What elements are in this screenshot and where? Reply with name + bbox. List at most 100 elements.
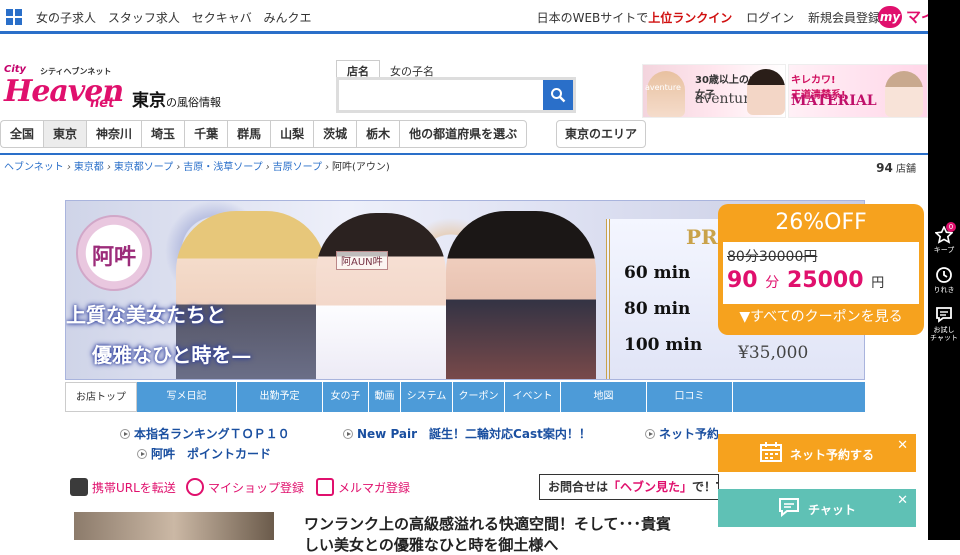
area-tochigi[interactable]: 栃木 (356, 120, 400, 148)
sidebar-trial-chat[interactable]: お試し チャット (928, 306, 960, 342)
arrow-circle-icon (120, 429, 130, 439)
model-photo (316, 213, 446, 379)
my-page-icon[interactable]: my (878, 6, 902, 28)
info-link-new-pair[interactable]: New Pair 誕生！二輪対応Cast案内！！ (343, 425, 591, 442)
shop-logo: 阿吽 (76, 215, 152, 291)
area-saitama[interactable]: 埼玉 (141, 120, 185, 148)
heart-icon (186, 478, 204, 496)
close-icon[interactable]: ✕ (897, 438, 908, 453)
breadcrumb: ヘブンネット › 東京都 › 東京都ソープ › 吉原・浅草ソープ › 吉原ソープ › 阿吽(アウン) (4, 162, 390, 173)
breadcrumb-link[interactable]: ヘブンネット (4, 162, 64, 173)
see-all-coupons-link[interactable]: ▼すべてのクーポンを見る (718, 306, 924, 326)
my-page-label[interactable]: マイ (906, 6, 928, 27)
tab-schedule[interactable]: 出勤予定 (237, 382, 323, 412)
breadcrumb-link[interactable]: 吉原ソープ (273, 162, 322, 173)
area-chiba[interactable]: 千葉 (184, 120, 228, 148)
coupon-title: 26%OFF (775, 210, 867, 235)
shop-headline-2: しい美女との優雅なひと時を御土様へ (304, 536, 559, 554)
area-ibaraki[interactable]: 茨城 (313, 120, 357, 148)
mobile-url-icon (70, 478, 88, 496)
breadcrumb-link[interactable]: 東京都 (74, 162, 104, 173)
area-other-prefectures[interactable]: 他の都道府県を選ぶ (399, 120, 528, 148)
net-reserve-button[interactable]: ネット予約する ✕ (718, 434, 916, 472)
keep-count-badge: 0 (946, 222, 956, 232)
inquiry-box: お問合せは「ヘブン見た」で！TEL 03-3875-4555 (539, 474, 719, 500)
tab-video[interactable]: 動画 (369, 382, 401, 412)
course-60: 60 min (624, 263, 691, 283)
top-links: 女の子求人 スタッフ求人 セクキャバ みんクエ (36, 9, 320, 26)
history-icon (936, 267, 952, 283)
top-link-recruit-girls[interactable]: 女の子求人 (36, 11, 96, 25)
search-box (336, 77, 576, 113)
tab-map[interactable]: 地図 (561, 382, 647, 412)
top-right-links: 日本のWEBサイトで上位ランクイン ログイン 新規会員登録 (537, 9, 880, 26)
course-price: ¥35,000 (738, 343, 809, 363)
coupon-new-price: 90 分 25000 円 (727, 268, 885, 293)
sidebar-keep[interactable]: キープ 0 (928, 222, 960, 254)
chat-bubble-icon (936, 307, 952, 323)
myshop-register-link[interactable]: マイショップ登録 (186, 478, 304, 496)
right-sidebar: キープ 0 りれき お試し チャット (928, 0, 960, 540)
course-100: 100 min (624, 335, 703, 355)
top-link-sekukyaba[interactable]: セクキャバ (192, 11, 252, 25)
newsletter-register-link[interactable]: メルマガ登録 (316, 478, 410, 496)
send-mobile-url-link[interactable]: 携帯URLを転送 (70, 478, 176, 496)
login-link[interactable]: ログイン (746, 11, 794, 25)
info-link-net-reservation[interactable]: ネット予約開始のお知らせ (645, 425, 718, 442)
tab-photo-diary[interactable]: 写メ日記 (137, 382, 237, 412)
tab-reviews[interactable]: 口コミ (647, 382, 733, 412)
site-logo[interactable]: City シティヘブンネット Heaven net (4, 64, 128, 112)
hero-copy-1: 上質な美女たちと (66, 303, 226, 327)
register-link[interactable]: 新規会員登録 (808, 11, 880, 25)
search-input[interactable] (339, 80, 543, 110)
top-bar: 女の子求人 スタッフ求人 セクキャバ みんクエ 日本のWEBサイトで上位ランクイ… (0, 0, 928, 34)
shop-headline: ワンランク上の高級感溢れる快適空間！そして･･･貴賓 (304, 515, 672, 533)
info-link-point-card[interactable]: 阿吽 ポイントカード (137, 445, 271, 462)
shop-count: 94 店舗 (876, 161, 916, 175)
top-link-minkue[interactable]: みんクエ (264, 11, 312, 25)
region-title: 東京の風俗情報 (132, 91, 221, 111)
shop-tabs: お店トップ 写メ日記 出勤予定 女の子 動画 システム クーポン イベント 地図… (65, 382, 865, 412)
shop-badge: 阿AUN吽 (336, 251, 388, 270)
course-80: 80 min (624, 299, 691, 319)
hero-copy-2: 優雅なひと時を— (92, 343, 252, 367)
breadcrumb-link[interactable]: 吉原・浅草ソープ (183, 162, 262, 173)
banner-aventure[interactable]: aventure 30歳以上のオトナ女子 aventure (642, 64, 786, 118)
model-photo (446, 211, 596, 379)
coupon-old-price: 80分30000円 (727, 249, 818, 265)
breadcrumb-current: 阿吽(アウン) (332, 162, 390, 173)
breadcrumb-link[interactable]: 東京都ソープ (114, 162, 173, 173)
area-tokyo[interactable]: 東京 (43, 120, 87, 148)
ranking-promo[interactable]: 日本のWEBサイトで上位ランクイン (537, 11, 733, 25)
chat-button[interactable]: チャット ✕ (718, 489, 916, 527)
arrow-circle-icon (645, 429, 655, 439)
tab-coupon[interactable]: クーポン (453, 382, 505, 412)
area-nav: 全国 東京 神奈川 埼玉 千葉 群馬 山梨 茨城 栃木 他の都道府県を選ぶ (0, 120, 528, 148)
banner-material[interactable]: キレカワ! 王道清楚系! MATERIAL (788, 64, 928, 118)
coupon-box[interactable]: 26%OFF 80分30000円 90 分 25000 円 ▼すべてのクーポンを… (718, 204, 924, 335)
search-button[interactable] (543, 80, 573, 110)
banner-photo (885, 71, 923, 117)
grid-menu-icon[interactable] (6, 9, 22, 25)
banner-photo (747, 69, 785, 115)
sidebar-history[interactable]: りれき (928, 266, 960, 294)
tokyo-area-button[interactable]: 東京のエリア (556, 120, 647, 148)
shop-thumbnail (74, 512, 274, 540)
arrow-circle-icon (343, 429, 353, 439)
close-icon[interactable]: ✕ (897, 493, 908, 508)
area-yamanashi[interactable]: 山梨 (270, 120, 314, 148)
mail-icon (316, 478, 334, 496)
arrow-circle-icon (137, 449, 147, 459)
tab-event[interactable]: イベント (505, 382, 561, 412)
info-link-ranking[interactable]: 本指名ランキングＴＯＰ１０ (120, 425, 290, 442)
area-zenkoku[interactable]: 全国 (0, 120, 44, 148)
area-gunma[interactable]: 群馬 (227, 120, 271, 148)
tab-system[interactable]: システム (401, 382, 453, 412)
tab-shop-top[interactable]: お店トップ (65, 382, 137, 412)
divider (0, 153, 928, 155)
calendar-icon (760, 442, 782, 462)
search-icon (551, 88, 566, 103)
tab-girls[interactable]: 女の子 (323, 382, 369, 412)
top-link-recruit-staff[interactable]: スタッフ求人 (108, 11, 180, 25)
area-kanagawa[interactable]: 神奈川 (86, 120, 142, 148)
